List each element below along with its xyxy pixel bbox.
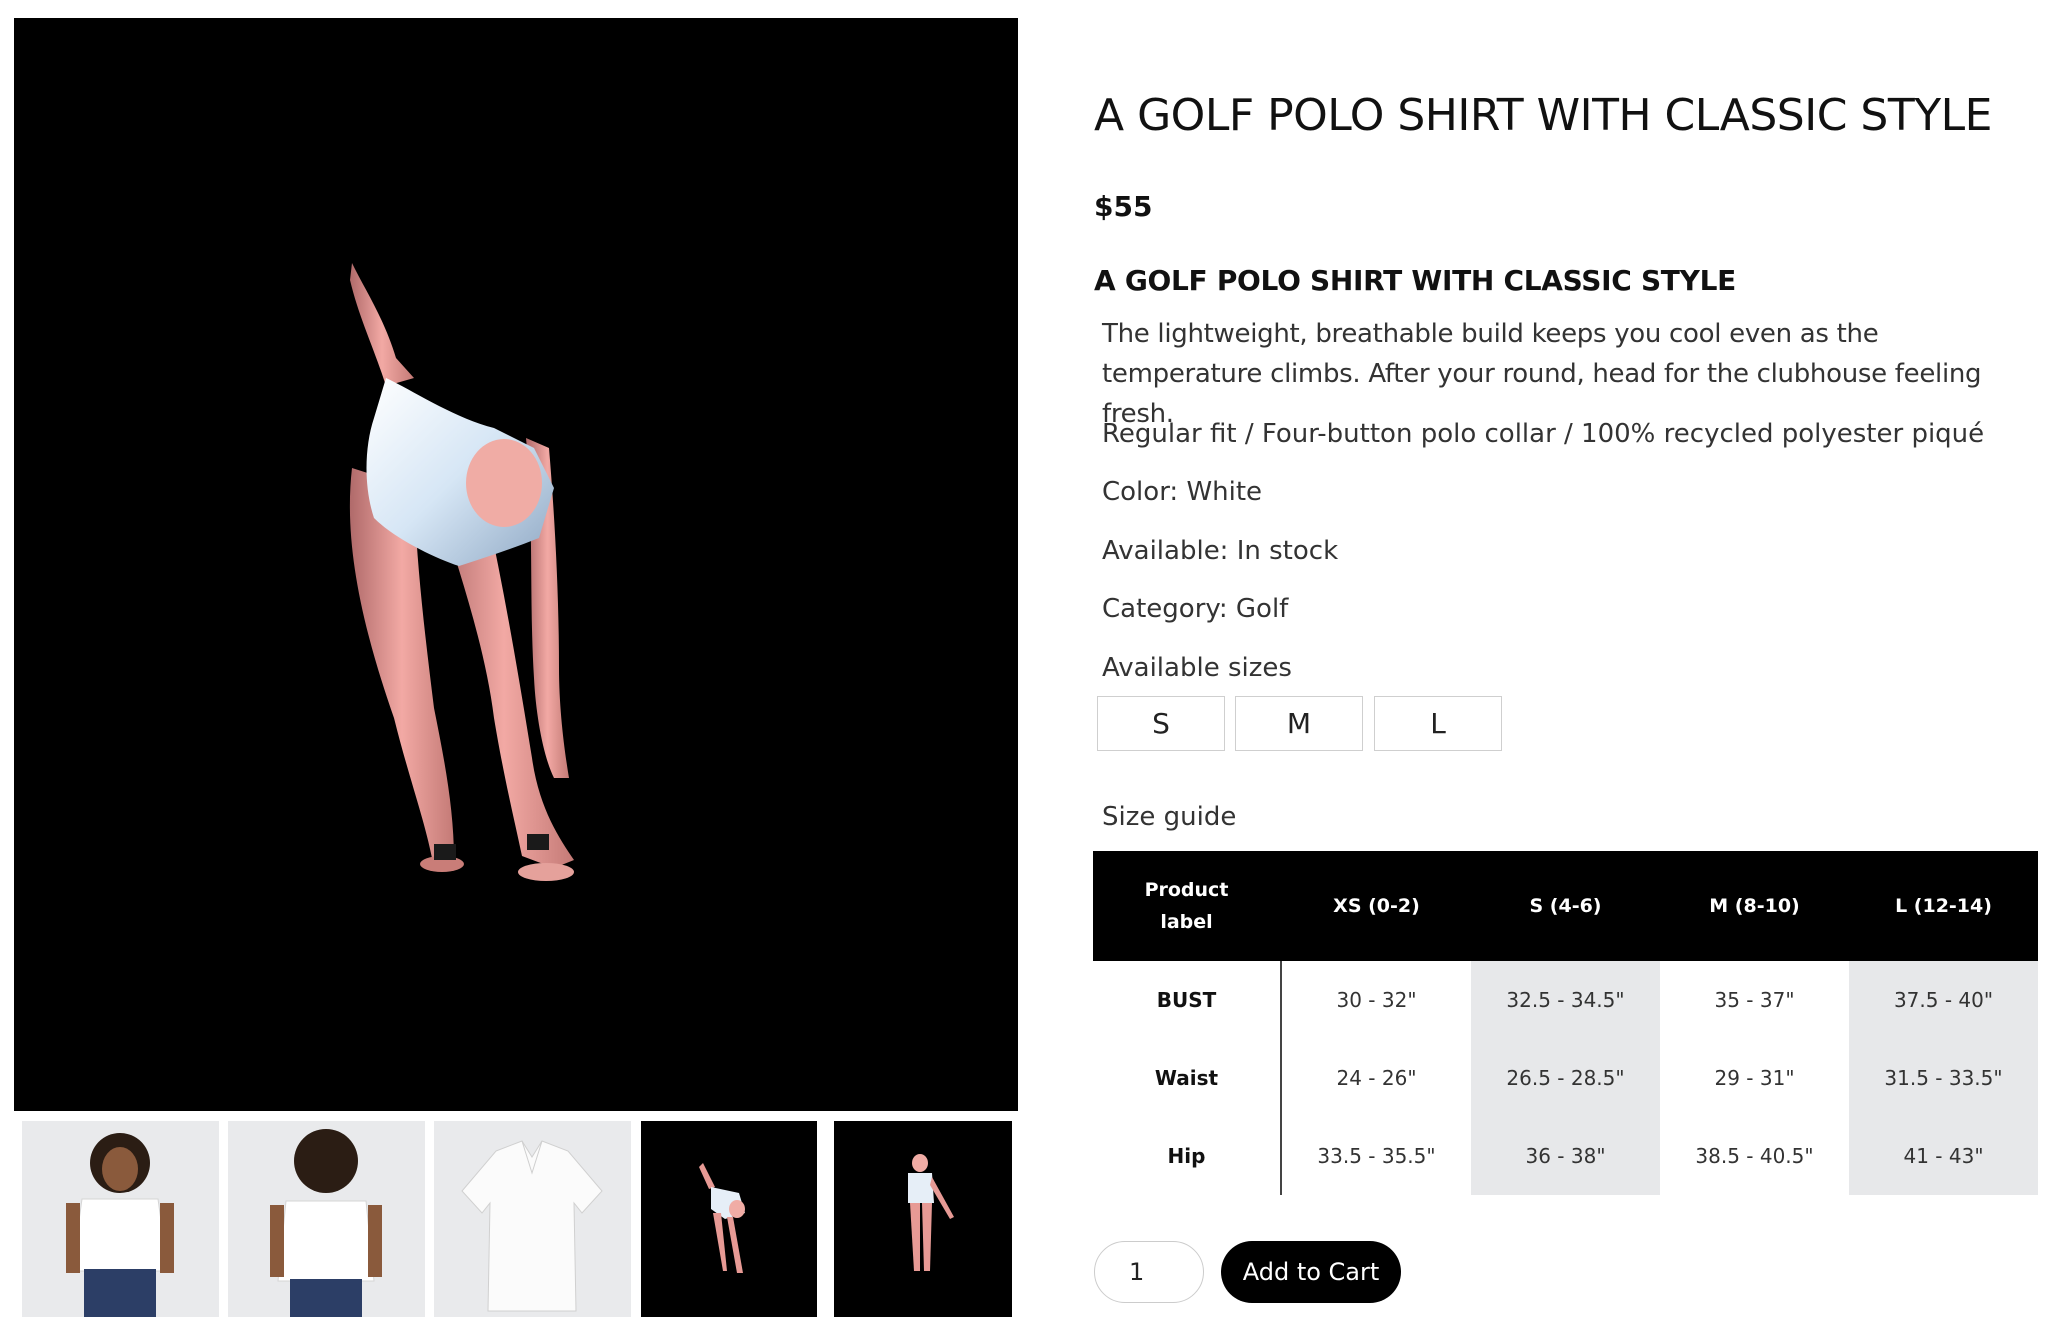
cell-hip-m: 38.5 - 40.5": [1695, 1144, 1814, 1168]
header-col-s: S (4-6): [1529, 895, 1602, 917]
cell-waist-s: 26.5 - 28.5": [1506, 1066, 1625, 1090]
thumbnail-model-back[interactable]: [228, 1121, 425, 1317]
row-label-hip: Hip: [1167, 1144, 1206, 1168]
cell-bust-s: 32.5 - 34.5": [1506, 988, 1625, 1012]
avatar-bending-image: [699, 1163, 745, 1273]
model-back-image: [270, 1129, 382, 1317]
thumbnail-avatar-bending[interactable]: [641, 1121, 817, 1317]
main-product-viewer[interactable]: [14, 18, 1018, 1111]
cell-hip-l: 41 - 43": [1903, 1144, 1984, 1168]
header-product-label-line2: label: [1160, 911, 1213, 933]
cell-bust-l: 37.5 - 40": [1893, 988, 1994, 1012]
add-to-cart-button[interactable]: Add to Cart: [1221, 1241, 1401, 1303]
size-option-s[interactable]: S: [1097, 696, 1225, 751]
header-col-xs: XS (0-2): [1333, 895, 1420, 917]
header-product-label-line1: Product: [1144, 879, 1229, 901]
row-label-waist: Waist: [1154, 1066, 1219, 1090]
row-label-bust: BUST: [1156, 988, 1217, 1012]
thumbnail-strip: [22, 1121, 1012, 1317]
thumbnail-shirt-flat[interactable]: [434, 1121, 631, 1317]
shirt-flat-image: [461, 1140, 603, 1312]
avatar-standing-image: [908, 1154, 954, 1271]
size-option-m[interactable]: M: [1235, 696, 1363, 751]
thumbnail-model-front[interactable]: [22, 1121, 219, 1317]
cell-waist-m: 29 - 31": [1714, 1066, 1795, 1090]
product-color: Color: White: [1102, 477, 1263, 507]
product-availability: Available: In stock: [1102, 536, 1339, 566]
header-col-l: L (12-14): [1895, 895, 1992, 917]
cell-hip-s: 36 - 38": [1525, 1144, 1606, 1168]
avatar-3d-render: [349, 263, 574, 881]
cell-waist-xs: 24 - 26": [1336, 1066, 1417, 1090]
size-option-l[interactable]: L: [1374, 696, 1502, 751]
header-product-label: Product label: [1093, 851, 1280, 961]
cell-bust-m: 35 - 37": [1714, 988, 1795, 1012]
size-guide-table: Product label XS (0-2) S (4-6) M (8-10) …: [1093, 851, 2038, 1195]
available-sizes-label: Available sizes: [1102, 653, 1292, 683]
quantity-input[interactable]: [1094, 1241, 1204, 1303]
thumbnail-avatar-standing[interactable]: [834, 1121, 1012, 1317]
cell-waist-l: 31.5 - 33.5": [1884, 1066, 2003, 1090]
product-subtitle: A GOLF POLO SHIRT WITH CLASSIC STYLE: [1094, 264, 1736, 297]
product-features: Regular fit / Four-button polo collar / …: [1102, 419, 1985, 449]
cell-bust-xs: 30 - 32": [1336, 988, 1417, 1012]
cell-hip-xs: 33.5 - 35.5": [1317, 1144, 1436, 1168]
header-col-m: M (8-10): [1709, 895, 1800, 917]
model-front-image: [66, 1133, 174, 1317]
product-price: $55: [1094, 190, 1153, 223]
product-title: A GOLF POLO SHIRT WITH CLASSIC STYLE: [1094, 90, 1992, 141]
size-guide-label: Size guide: [1102, 802, 1237, 832]
product-category: Category: Golf: [1102, 594, 1289, 624]
